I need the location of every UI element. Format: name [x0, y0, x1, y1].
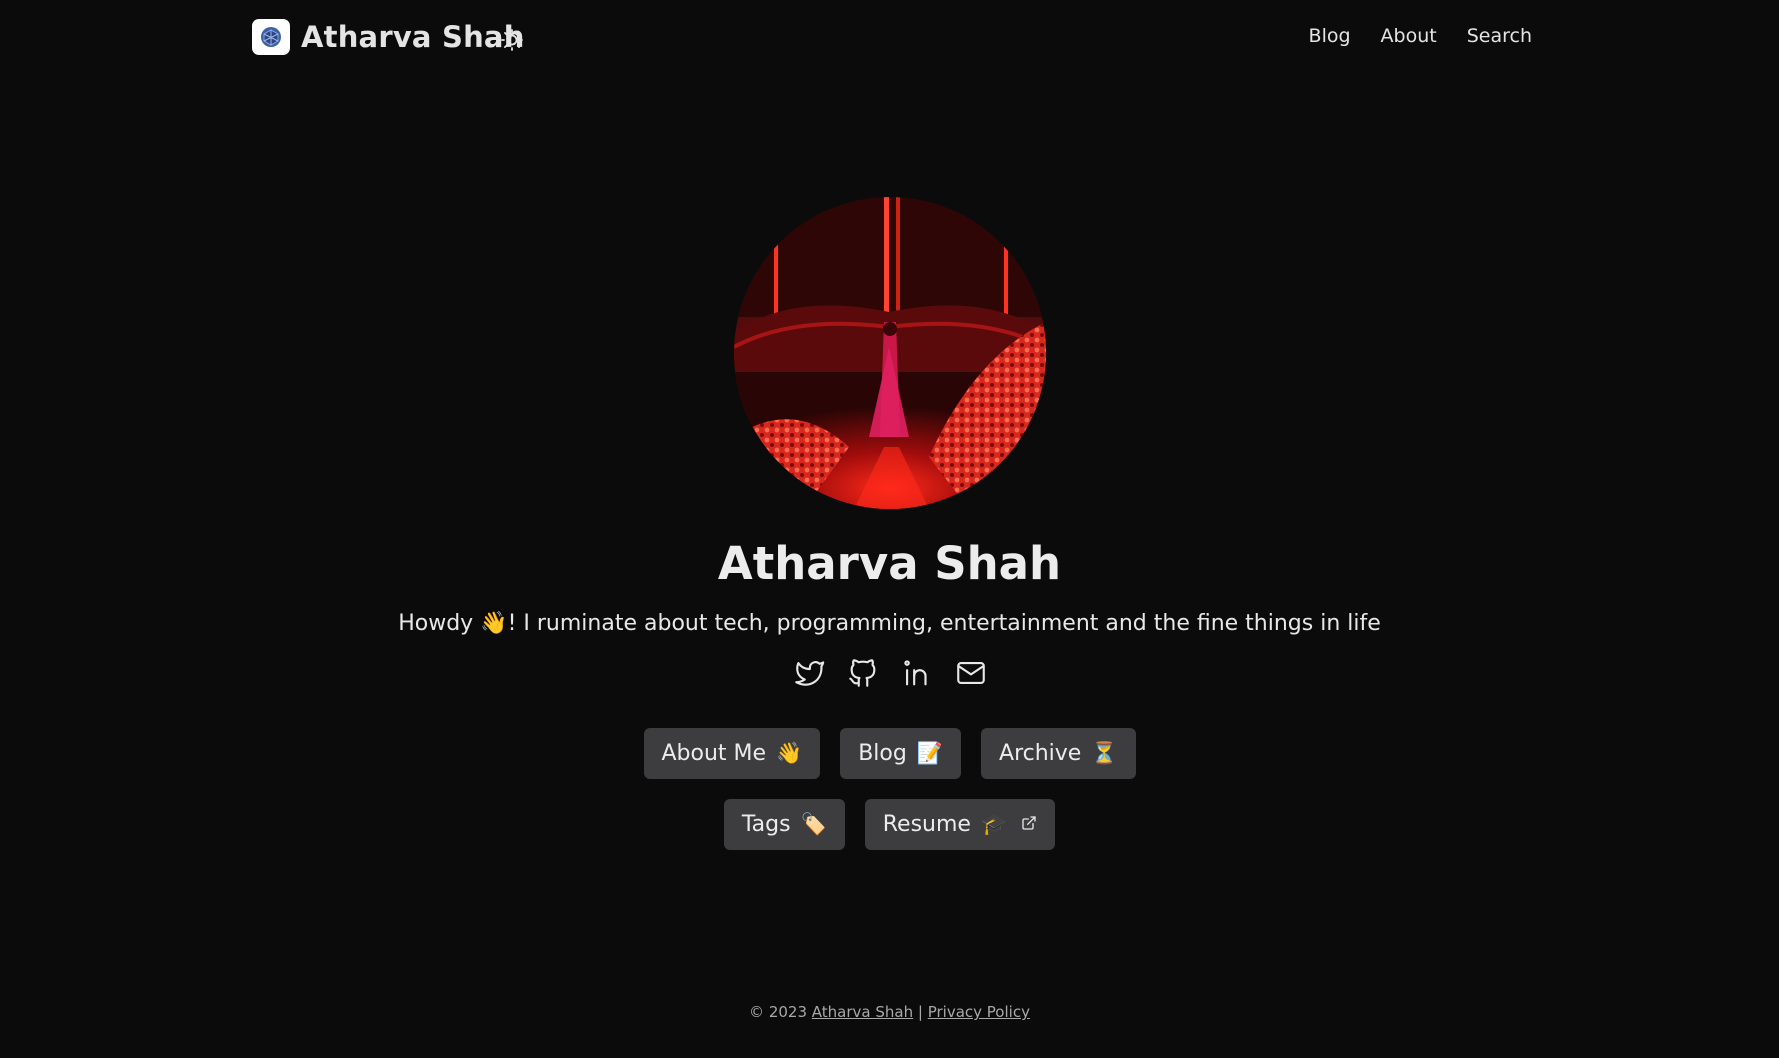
- theme-toggle-sun-icon[interactable]: [500, 28, 524, 52]
- site-footer: © 2023 Atharva Shah | Privacy Policy: [0, 1003, 1779, 1021]
- tagline-text: ! I ruminate about tech, programming, en…: [507, 610, 1381, 636]
- memo-icon: 📝: [916, 740, 944, 765]
- hourglass-icon: ⏳: [1091, 740, 1118, 765]
- site-header: Atharva Shah Blog About Search: [0, 0, 1779, 80]
- about-me-button[interactable]: About Me 👋: [643, 727, 821, 779]
- tags-button[interactable]: Tags 🏷️: [723, 798, 845, 850]
- waving-hand-icon: 👋: [776, 740, 803, 765]
- tags-label: Tags: [741, 811, 791, 837]
- nav-blog[interactable]: Blog: [1309, 25, 1351, 47]
- button-row-secondary: Tags 🏷️ Resume 🎓: [0, 798, 1779, 850]
- button-row-primary: About Me 👋 Blog 📝 Archive ⏳: [0, 727, 1779, 779]
- main-nav: Blog About Search: [1309, 25, 1532, 47]
- github-icon[interactable]: [846, 656, 880, 690]
- privacy-policy-link[interactable]: Privacy Policy: [928, 1003, 1030, 1021]
- waving-hand-icon: 👋: [480, 610, 508, 636]
- footer-author-link[interactable]: Atharva Shah: [812, 1003, 913, 1021]
- brand-name: Atharva Shah: [301, 20, 525, 54]
- footer-separator: |: [917, 1003, 923, 1021]
- blog-button[interactable]: Blog 📝: [840, 727, 962, 779]
- archive-button[interactable]: Archive ⏳: [981, 727, 1136, 779]
- brand-link[interactable]: Atharva Shah: [252, 19, 525, 55]
- copyright-text: © 2023: [749, 1003, 807, 1021]
- tagline: Howdy 👋! I ruminate about tech, programm…: [0, 611, 1779, 636]
- nav-search[interactable]: Search: [1467, 25, 1532, 47]
- site-logo-icon: [252, 19, 290, 55]
- resume-label: Resume: [882, 811, 971, 837]
- blog-label: Blog: [858, 740, 907, 766]
- hero-section: Atharva Shah Howdy 👋! I ruminate about t…: [0, 197, 1779, 850]
- twitter-icon[interactable]: [792, 656, 826, 690]
- social-links: [0, 656, 1779, 690]
- linkedin-icon[interactable]: [900, 656, 934, 690]
- external-link-icon: [1021, 812, 1037, 837]
- about-me-label: About Me: [661, 740, 767, 766]
- label-tag-icon: 🏷️: [800, 811, 827, 836]
- graduation-cap-icon: 🎓: [980, 811, 1008, 836]
- profile-name: Atharva Shah: [717, 537, 1062, 590]
- profile-avatar: [733, 197, 1046, 509]
- resume-button[interactable]: Resume 🎓: [864, 798, 1056, 850]
- nav-about[interactable]: About: [1381, 25, 1437, 47]
- archive-label: Archive: [999, 740, 1082, 766]
- mail-icon[interactable]: [954, 656, 988, 690]
- tagline-intro: Howdy: [398, 610, 481, 636]
